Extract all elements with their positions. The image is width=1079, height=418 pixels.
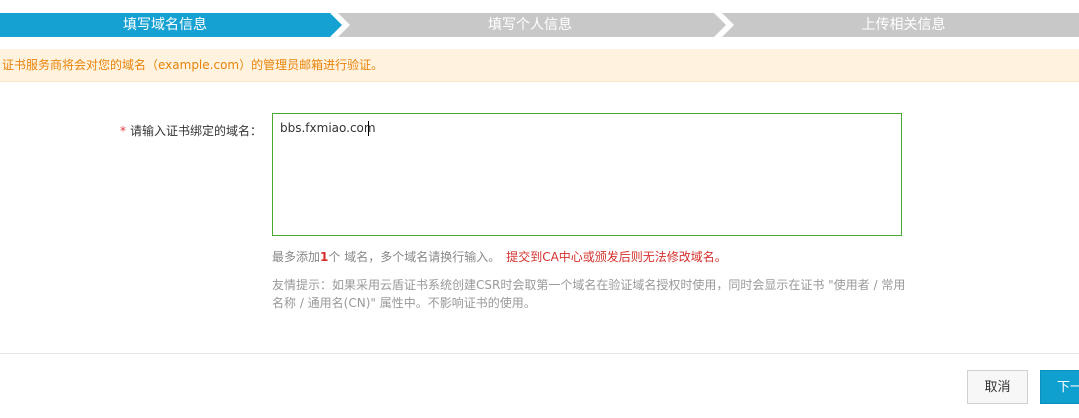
step-3-label: 上传相关信息 — [861, 17, 946, 33]
footer-divider — [0, 353, 1079, 354]
help-prefix: 最多添加 — [272, 250, 321, 264]
domain-help-text: 最多添加1个 域名，多个域名请换行输入。 提交到CA中心或颁发后则无法修改域名。 — [272, 248, 727, 265]
required-mark: * — [120, 124, 126, 138]
help-warning: 提交到CA中心或颁发后则无法修改域名。 — [506, 250, 727, 264]
step-progress-bar: 填写域名信息 填写个人信息 上传相关信息 — [0, 13, 1079, 37]
domain-field-label: * 请输入证书绑定的域名： — [120, 122, 262, 139]
step-1-label: 填写域名信息 — [123, 17, 207, 33]
next-button[interactable]: 下一步 — [1040, 370, 1079, 404]
notice-text: 证书服务商将会对您的域名（example.com）的管理员邮箱进行验证。 — [2, 58, 384, 72]
friendly-tip: 友情提示：如果采用云盾证书系统创建CSR时会取第一个域名在验证域名授权时使用，同… — [272, 278, 906, 310]
text-caret — [368, 121, 369, 136]
help-suffix: 个 域名，多个域名请换行输入。 — [328, 250, 501, 264]
step-2-label: 填写个人信息 — [488, 17, 572, 33]
notice-bar: 证书服务商将会对您的域名（example.com）的管理员邮箱进行验证。 — [0, 49, 1079, 82]
cancel-button[interactable]: 取消 — [967, 370, 1028, 404]
domain-textarea[interactable]: bbs.fxmiao.com — [272, 113, 902, 236]
domain-label-text: 请输入证书绑定的域名： — [130, 124, 263, 138]
